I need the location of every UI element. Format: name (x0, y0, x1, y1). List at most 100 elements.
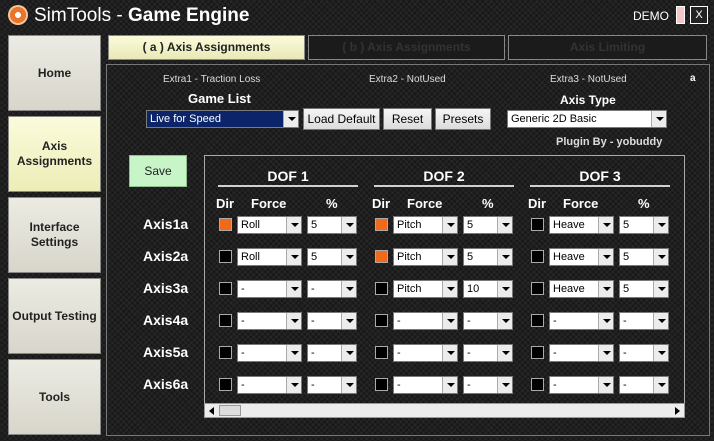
dir-checkbox[interactable] (375, 314, 388, 327)
chevron-down-icon (598, 377, 613, 393)
percent-select[interactable]: 5 (619, 248, 669, 266)
force-select[interactable]: - (237, 312, 302, 330)
game-list-select[interactable]: Live for Speed (146, 110, 299, 128)
force-value: - (241, 283, 245, 295)
percent-value: - (311, 347, 315, 359)
demo-indicator (676, 6, 685, 24)
percent-select[interactable]: 5 (463, 216, 513, 234)
percent-select[interactable]: - (463, 376, 513, 394)
force-select[interactable]: - (549, 376, 614, 394)
dir-checkbox[interactable] (375, 218, 388, 231)
sidebar-item-axis-assignments[interactable]: Axis Assignments (8, 116, 101, 192)
force-select[interactable]: Pitch (393, 248, 458, 266)
force-select[interactable]: Pitch (393, 280, 458, 298)
dir-checkbox[interactable] (531, 282, 544, 295)
chevron-down-icon (442, 217, 457, 233)
force-select[interactable]: Heave (549, 280, 614, 298)
dir-checkbox[interactable] (219, 250, 232, 263)
scroll-left-icon[interactable] (209, 407, 214, 415)
chevron-down-icon (598, 217, 613, 233)
chevron-down-icon (598, 345, 613, 361)
dof3-percent-header: % (638, 196, 650, 211)
percent-select[interactable]: - (463, 312, 513, 330)
dir-checkbox[interactable] (531, 378, 544, 391)
force-select[interactable]: Heave (549, 216, 614, 234)
percent-select[interactable]: - (307, 280, 357, 298)
app-logo-icon (8, 5, 28, 25)
force-select[interactable]: Pitch (393, 216, 458, 234)
axis-type-select[interactable]: Generic 2D Basic (507, 110, 667, 128)
percent-select[interactable]: - (307, 376, 357, 394)
dir-checkbox[interactable] (219, 218, 232, 231)
scroll-thumb[interactable] (219, 405, 241, 416)
dir-checkbox[interactable] (531, 346, 544, 359)
force-select[interactable]: - (237, 376, 302, 394)
save-button[interactable]: Save (129, 155, 187, 187)
dir-checkbox[interactable] (219, 378, 232, 391)
percent-value: 5 (311, 251, 318, 263)
dir-checkbox[interactable] (219, 314, 232, 327)
dir-checkbox[interactable] (375, 378, 388, 391)
chevron-down-icon (442, 313, 457, 329)
dir-checkbox[interactable] (531, 314, 544, 327)
dir-checkbox[interactable] (531, 250, 544, 263)
axis-label: Axis1a (143, 216, 189, 232)
dir-checkbox[interactable] (219, 282, 232, 295)
force-value: - (397, 379, 401, 391)
force-select[interactable]: Roll (237, 216, 302, 234)
percent-select[interactable]: 5 (619, 216, 669, 234)
percent-value: - (311, 315, 315, 327)
percent-select[interactable]: 10 (463, 280, 513, 298)
force-select[interactable]: - (549, 344, 614, 362)
load-default-button[interactable]: Load Default (303, 108, 380, 130)
close-button[interactable]: X (690, 6, 708, 24)
force-select[interactable]: Roll (237, 248, 302, 266)
percent-select[interactable]: - (307, 312, 357, 330)
percent-select[interactable]: 5 (463, 248, 513, 266)
force-select[interactable]: - (237, 280, 302, 298)
chevron-down-icon (653, 345, 668, 361)
dir-checkbox[interactable] (531, 218, 544, 231)
force-select[interactable]: - (393, 376, 458, 394)
percent-select[interactable]: - (619, 376, 669, 394)
tab-axis-limiting[interactable]: Axis Limiting (508, 35, 707, 60)
dof3-force-header: Force (563, 196, 599, 211)
tab-axis-assignments-b[interactable]: ( b ) Axis Assignments (308, 35, 505, 60)
chevron-down-icon (442, 281, 457, 297)
sidebar-item-interface-settings[interactable]: Interface Settings (8, 197, 101, 273)
percent-select[interactable]: - (463, 344, 513, 362)
sidebar-item-tools[interactable]: Tools (8, 359, 101, 435)
force-select[interactable]: - (237, 344, 302, 362)
sidebar-item-home[interactable]: Home (8, 35, 101, 111)
dir-checkbox[interactable] (219, 346, 232, 359)
percent-value: - (623, 379, 627, 391)
demo-label: DEMO (633, 9, 669, 23)
horizontal-scrollbar[interactable] (204, 403, 685, 418)
percent-select[interactable]: 5 (307, 216, 357, 234)
percent-select[interactable]: - (619, 312, 669, 330)
dir-checkbox[interactable] (375, 282, 388, 295)
presets-button[interactable]: Presets (435, 108, 491, 130)
dof2-divider (374, 185, 514, 187)
percent-select[interactable]: - (619, 344, 669, 362)
force-select[interactable]: - (393, 344, 458, 362)
title-bar: SimTools - Game Engine DEMO X (0, 0, 714, 32)
axis-label: Axis6a (143, 376, 189, 392)
scroll-right-icon[interactable] (675, 407, 680, 415)
dir-checkbox[interactable] (375, 346, 388, 359)
chevron-down-icon (341, 249, 356, 265)
force-select[interactable]: Heave (549, 248, 614, 266)
chevron-down-icon (286, 313, 301, 329)
dir-checkbox[interactable] (375, 250, 388, 263)
percent-select[interactable]: - (307, 344, 357, 362)
sidebar-item-output-testing[interactable]: Output Testing (8, 278, 101, 354)
chevron-down-icon (341, 217, 356, 233)
chevron-down-icon (286, 377, 301, 393)
force-select[interactable]: - (393, 312, 458, 330)
force-select[interactable]: - (549, 312, 614, 330)
force-value: - (553, 347, 557, 359)
percent-select[interactable]: 5 (307, 248, 357, 266)
reset-button[interactable]: Reset (383, 108, 432, 130)
tab-axis-assignments-a[interactable]: ( a ) Axis Assignments (108, 35, 305, 60)
percent-select[interactable]: 5 (619, 280, 669, 298)
